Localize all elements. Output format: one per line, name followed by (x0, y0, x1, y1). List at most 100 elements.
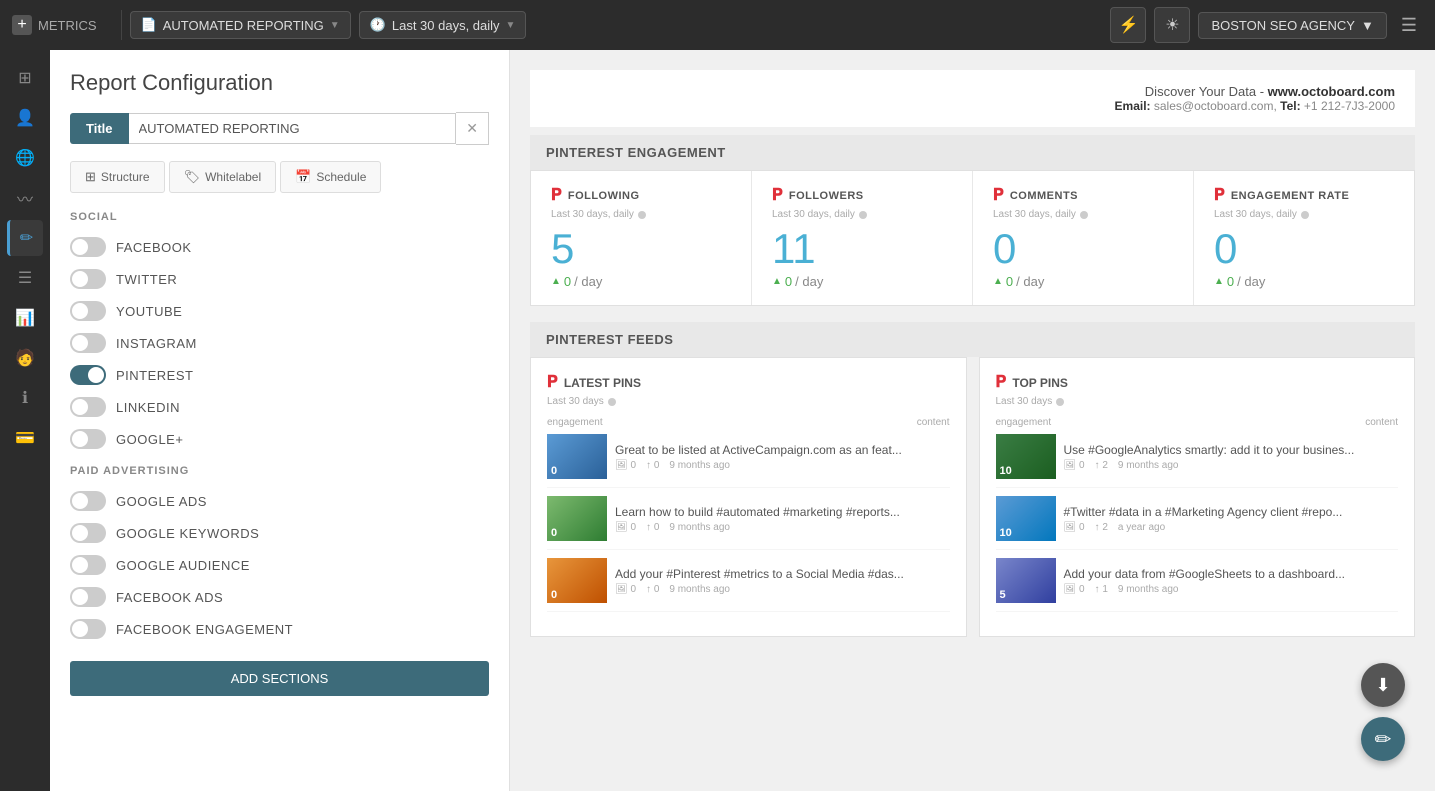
metric-comments-delta: ▲ 0 / day (993, 274, 1173, 289)
toggle-twitter-switch[interactable] (70, 269, 106, 289)
top-pins-block: 𝐏 TOP PINS Last 30 days engagement conte… (979, 357, 1416, 637)
top-pin-meta-2: 🖼 0 ↑ 2 a year ago (1064, 522, 1343, 533)
metric-following-name: FOLLOWING (568, 190, 640, 202)
tpin2-likes: 🖼 0 (1064, 522, 1085, 533)
metric-followers-sub: Last 30 days, daily (772, 209, 952, 220)
hamburger-menu[interactable]: ☰ (1395, 15, 1423, 36)
title-clear-btn[interactable]: ✕ (456, 112, 489, 145)
report-site-url: www.octoboard.com (1268, 84, 1395, 99)
pinterest-p-top: 𝐏 (996, 374, 1007, 392)
caret-down-icon: ▼ (330, 20, 340, 31)
sidebar-item-billing[interactable]: 💳 (7, 420, 43, 456)
pin3-likes: 🖼 0 (615, 584, 636, 595)
lightning-icon-btn[interactable]: ⚡ (1110, 7, 1146, 43)
caret-down-icon3: ▼ (1361, 18, 1374, 33)
latest-pin-thumb-1: 0 (547, 434, 607, 479)
sidebar-item-info[interactable]: ℹ (7, 380, 43, 416)
latest-pins-table-header: engagement content (547, 417, 950, 428)
toggle-instagram: INSTAGRAM (70, 327, 489, 359)
sidebar-item-chart[interactable]: 📊 (7, 300, 43, 336)
date-range-selector[interactable]: 🕐 Last 30 days, daily ▼ (359, 11, 527, 39)
sun-icon-btn[interactable]: ☀ (1154, 7, 1190, 43)
top-pins-header: 𝐏 TOP PINS (996, 374, 1399, 392)
latest-pin-info-2: Learn how to build #automated #marketing… (615, 505, 900, 533)
latest-pin-meta-2: 🖼 0 ↑ 0 9 months ago (615, 522, 900, 533)
metric-following-header: 𝐏 FOLLOWING (551, 187, 731, 205)
top-pin-info-2: #Twitter #data in a #Marketing Agency cl… (1064, 505, 1343, 533)
title-input[interactable] (129, 113, 457, 144)
report-selector[interactable]: 📄 AUTOMATED REPORTING ▼ (130, 11, 351, 39)
latest-pins-block: 𝐏 LATEST PINS Last 30 days engagement co… (530, 357, 967, 637)
tpin3-likes: 🖼 0 (1064, 584, 1085, 595)
sidebar-item-analytics[interactable]: 〰 (7, 180, 43, 216)
tel-label: Tel: (1280, 99, 1300, 113)
toggle-pinterest-switch[interactable] (70, 365, 106, 385)
title-row: Title ✕ (70, 112, 489, 145)
tpin2-repins: ↑ 2 (1095, 522, 1108, 533)
sidebar-item-list[interactable]: ☰ (7, 260, 43, 296)
sidebar-item-globe[interactable]: 🌐 (7, 140, 43, 176)
metric-followers: 𝐏 FOLLOWERS Last 30 days, daily 11 ▲ 0 /… (752, 171, 973, 305)
schedule-icon: 📅 (295, 169, 311, 185)
main-wrapper: Report Configuration Title ✕ ⊞ Structure… (50, 50, 1435, 791)
toggle-instagram-switch[interactable] (70, 333, 106, 353)
latest-col-content: content (917, 417, 950, 428)
metric-engagement-header: 𝐏 ENGAGEMENT RATE (1214, 187, 1394, 205)
sidebar-item-edit[interactable]: ✏ (7, 220, 43, 256)
toggle-facebook-engagement-label: FACEBOOK ENGAGEMENT (116, 622, 293, 637)
metric-comments-header: 𝐏 COMMENTS (993, 187, 1173, 205)
delta-arrow-comments: ▲ (993, 276, 1003, 287)
latest-pins-header: 𝐏 LATEST PINS (547, 374, 950, 392)
latest-pin-info-1: Great to be listed at ActiveCampaign.com… (615, 443, 902, 471)
report-title-text: Discover Your Data - (1145, 84, 1268, 99)
pinterest-p-icon3: 𝐏 (993, 187, 1004, 205)
title-label: Title (70, 113, 129, 144)
top-pin-thumb-2: 10 (996, 496, 1056, 541)
toggle-googleplus-switch[interactable] (70, 429, 106, 449)
tab-whitelabel[interactable]: 🏷 Whitelabel (169, 161, 277, 193)
info-dot-engagement (1301, 211, 1309, 219)
toggle-youtube-switch[interactable] (70, 301, 106, 321)
report-contact: Email: sales@octoboard.com, Tel: +1 212-… (550, 99, 1395, 113)
latest-pin-item-1: 0 Great to be listed at ActiveCampaign.c… (547, 434, 950, 488)
top-pins-title: TOP PINS (1012, 376, 1068, 390)
latest-pin-text-1: Great to be listed at ActiveCampaign.com… (615, 443, 902, 457)
toggle-google-audience-switch[interactable] (70, 555, 106, 575)
latest-pin-num-2: 0 (551, 527, 557, 539)
agency-label: BOSTON SEO AGENCY (1211, 18, 1355, 33)
metric-followers-header: 𝐏 FOLLOWERS (772, 187, 952, 205)
agency-selector[interactable]: BOSTON SEO AGENCY ▼ (1198, 12, 1386, 39)
metric-engagement-rate: 𝐏 ENGAGEMENT RATE Last 30 days, daily 0 … (1194, 171, 1414, 305)
edit-fab[interactable]: ✏ (1361, 717, 1405, 761)
tab-schedule[interactable]: 📅 Schedule (280, 161, 381, 193)
metric-engagement-value: 0 (1214, 228, 1394, 270)
top-pin-meta-1: 🖼 0 ↑ 2 9 months ago (1064, 460, 1355, 471)
latest-pin-thumb-3: 0 (547, 558, 607, 603)
toggle-linkedin: LINKEDIN (70, 391, 489, 423)
toggle-google-keywords-switch[interactable] (70, 523, 106, 543)
delta-val-following: 0 (564, 274, 571, 289)
toggle-facebook-switch[interactable] (70, 237, 106, 257)
delta-unit-engagement: / day (1237, 274, 1265, 289)
paid-section-header: PAID ADVERTISING (70, 465, 489, 477)
sidebar-item-dashboard[interactable]: ⊞ (7, 60, 43, 96)
latest-pin-info-3: Add your #Pinterest #metrics to a Social… (615, 567, 904, 595)
pinterest-engagement-section: PINTEREST ENGAGEMENT 𝐏 FOLLOWING Last 30… (530, 135, 1415, 306)
tab-structure-label: Structure (101, 170, 150, 184)
info-dot-latest (608, 398, 616, 406)
download-fab[interactable]: ⬇ (1361, 663, 1405, 707)
report-header: Discover Your Data - www.octoboard.com E… (530, 70, 1415, 127)
add-sections-button[interactable]: ADD SECTIONS (70, 661, 489, 696)
sidebar-item-person[interactable]: 🧑 (7, 340, 43, 376)
top-pin-info-1: Use #GoogleAnalytics smartly: add it to … (1064, 443, 1355, 471)
toggle-facebook-engagement-switch[interactable] (70, 619, 106, 639)
toggle-linkedin-switch[interactable] (70, 397, 106, 417)
tab-schedule-label: Schedule (316, 170, 366, 184)
tab-structure[interactable]: ⊞ Structure (70, 161, 165, 193)
toggle-facebook-ads-switch[interactable] (70, 587, 106, 607)
toggle-googleplus-label: GOOGLE+ (116, 432, 183, 447)
latest-pin-text-3: Add your #Pinterest #metrics to a Social… (615, 567, 904, 581)
toggle-googleplus: GOOGLE+ (70, 423, 489, 455)
sidebar-item-users[interactable]: 👤 (7, 100, 43, 136)
toggle-google-ads-switch[interactable] (70, 491, 106, 511)
